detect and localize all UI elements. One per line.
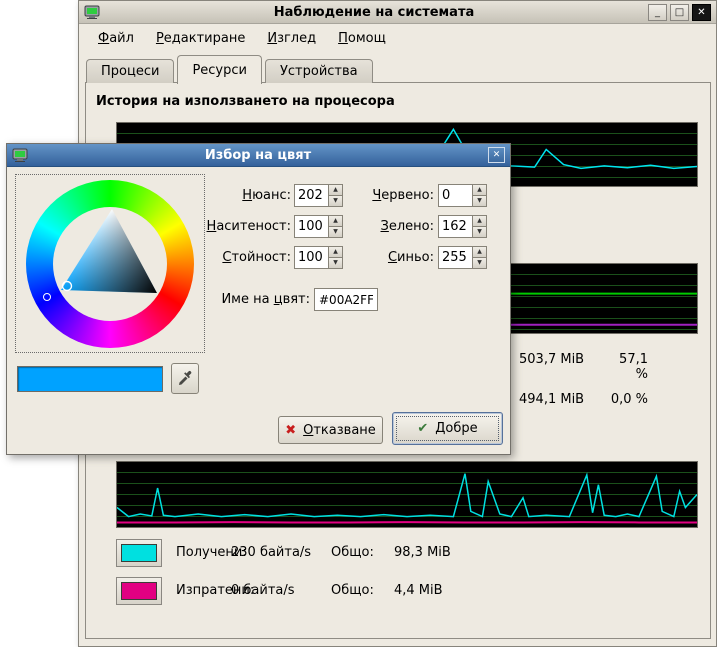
menu-file-accel: Ф [98, 31, 109, 46]
red-spin-down-icon[interactable]: ▼ [472, 196, 487, 207]
menu-edit-accel: Р [156, 31, 164, 46]
eyedropper-icon [177, 369, 193, 385]
received-rate: 230 байта/s [231, 539, 311, 567]
close-icon[interactable]: ✕ [692, 4, 711, 21]
swap-used-percent: 0,0 % [605, 392, 648, 407]
ok-button-label: Добре [435, 421, 477, 436]
minimize-icon[interactable]: _ [648, 4, 667, 21]
value-label: Стойност: [171, 246, 291, 269]
sent-total: 4,4 MiB [394, 577, 443, 605]
red-label-accel: Ч [372, 188, 381, 203]
green-label-rest: елено: [389, 219, 434, 234]
menu-help[interactable]: Помощ [329, 28, 395, 49]
color-name-label: Име на цвят: [160, 288, 310, 311]
ok-label-accel: Д [435, 421, 445, 436]
dialog-app-icon [12, 147, 28, 163]
color-picker-dialog: Избор на цвят ✕ [6, 143, 511, 455]
dialog-close-icon[interactable]: ✕ [488, 147, 505, 163]
green-spin-up-icon[interactable]: ▲ [472, 215, 487, 227]
cancel-label-rest: тказване [313, 423, 375, 438]
window-controls: _ □ ✕ [648, 4, 711, 21]
dialog-titlebar[interactable]: Избор на цвят ✕ [7, 144, 510, 167]
color-preview [17, 366, 163, 392]
tab-processes[interactable]: Процеси [86, 59, 174, 83]
hue-label: Нюанс: [171, 184, 291, 207]
green-input[interactable] [438, 215, 472, 238]
sent-total-label: Общо: [331, 577, 374, 605]
blue-stepper: ▲▼ [438, 246, 487, 269]
sent-color-swatch [121, 582, 157, 600]
hue-marker[interactable] [43, 293, 51, 301]
received-color-swatch [121, 544, 157, 562]
green-label-accel: З [381, 219, 389, 234]
blue-label-rest: иньо: [397, 250, 434, 265]
received-total: 98,3 MiB [394, 539, 451, 567]
dialog-title: Избор на цвят [33, 148, 483, 163]
hsv-triangle[interactable] [53, 207, 167, 321]
tab-resources[interactable]: Ресурси [177, 55, 262, 84]
blue-label-accel: С [388, 250, 397, 265]
hue-label-rest: юанс: [252, 188, 291, 203]
saturation-label-accel: Н [207, 219, 217, 234]
hue-ring[interactable] [26, 180, 194, 348]
cpu-history-heading: История на използването на процесора [96, 94, 395, 109]
red-input[interactable] [438, 184, 472, 207]
tabbar: Процеси Ресурси Устройства [86, 54, 376, 83]
eyedropper-button[interactable] [171, 363, 199, 394]
value-label-rest: тойност: [231, 250, 291, 265]
blue-spin-up-icon[interactable]: ▲ [472, 246, 487, 258]
color-name-input[interactable] [314, 288, 378, 311]
menu-file-rest: айл [109, 31, 134, 46]
saturation-label-rest: аситеност: [216, 219, 291, 234]
sent-color-button[interactable] [116, 577, 162, 605]
network-history-chart [116, 461, 698, 528]
menu-view-rest: зглед [277, 31, 316, 46]
menu-edit[interactable]: Редактиране [147, 28, 254, 49]
blue-label: Синьо: [314, 246, 434, 269]
blue-input[interactable] [438, 246, 472, 269]
main-window-title: Наблюдение на системата [105, 5, 643, 20]
red-spin-up-icon[interactable]: ▲ [472, 184, 487, 196]
menu-edit-rest: едактиране [164, 31, 246, 46]
green-spin-down-icon[interactable]: ▼ [472, 227, 487, 238]
cancel-button[interactable]: ✖ Отказване [278, 416, 383, 444]
menu-help-rest: омощ [348, 31, 386, 46]
network-received-line [117, 474, 697, 517]
swap-used-value: 494,1 MiB [519, 392, 584, 407]
app-icon [84, 4, 100, 20]
menu-file[interactable]: Файл [89, 28, 143, 49]
green-label: Зелено: [314, 215, 434, 238]
ok-button[interactable]: ✔ Добре [392, 412, 503, 445]
ok-label-rest: обре [445, 421, 477, 436]
red-stepper: ▲▼ [438, 184, 487, 207]
hue-label-accel: Н [242, 188, 252, 203]
red-label-rest: ервено: [381, 188, 434, 203]
red-label: Червено: [314, 184, 434, 207]
color-name-label-accel: ц [274, 292, 283, 307]
cancel-label-accel: О [303, 423, 313, 438]
main-titlebar[interactable]: Наблюдение на системата _ □ ✕ [79, 1, 716, 24]
menubar: Файл Редактиране Изглед Помощ [81, 25, 714, 51]
maximize-icon[interactable]: □ [670, 4, 689, 21]
received-legend-row: Получени: 230 байта/s Общо: 98,3 MiB [116, 539, 706, 567]
menu-view[interactable]: Изглед [258, 28, 325, 49]
sent-legend-row: Изпратени: 0 байта/s Общо: 4,4 MiB [116, 577, 706, 605]
cancel-button-label: Отказване [303, 423, 376, 438]
saturation-label: Наситеност: [171, 215, 291, 238]
menu-view-accel: И [267, 31, 277, 46]
memory-used-percent: 57,1 % [605, 352, 648, 382]
color-name-label-rest: вят: [283, 292, 310, 307]
blue-spin-down-icon[interactable]: ▼ [472, 258, 487, 269]
sent-rate: 0 байта/s [231, 577, 295, 605]
memory-used-value: 503,7 MiB [519, 352, 584, 367]
received-color-button[interactable] [116, 539, 162, 567]
green-stepper: ▲▼ [438, 215, 487, 238]
color-name-label-pre: Име на [221, 292, 273, 307]
received-total-label: Общо: [331, 539, 374, 567]
menu-help-accel: П [338, 31, 348, 46]
tab-devices[interactable]: Устройства [265, 59, 373, 83]
dialog-body: Нюанс: ▲▼ Наситеност: ▲▼ Стойност: ▲▼ Че… [7, 166, 510, 454]
ok-icon: ✔ [417, 422, 428, 435]
cancel-icon: ✖ [285, 424, 296, 437]
